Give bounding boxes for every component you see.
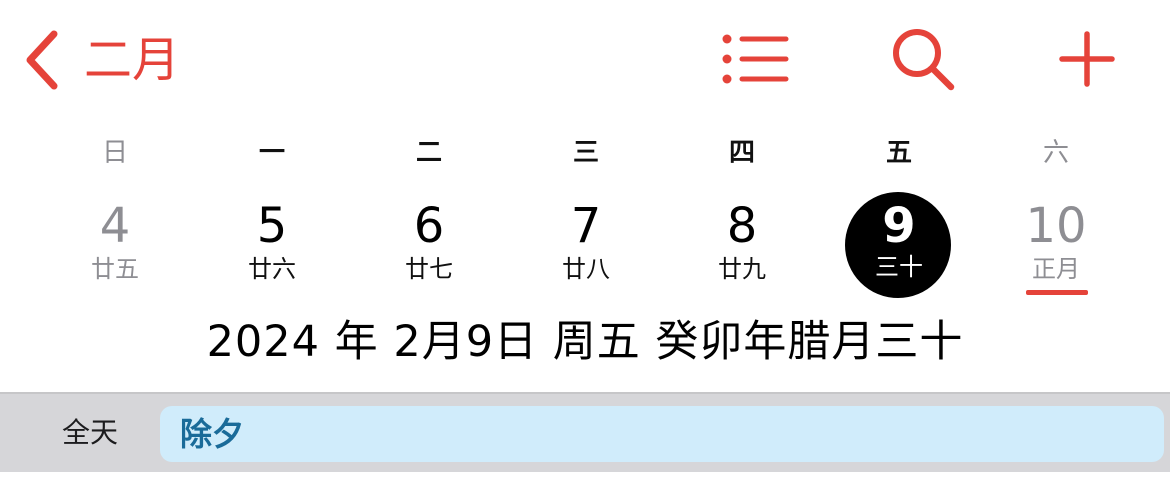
search-icon: [890, 26, 956, 96]
add-event-button[interactable]: [1052, 28, 1122, 94]
lunar-date: 正月: [1032, 255, 1080, 283]
weekday-label: 三: [572, 138, 599, 168]
all-day-event[interactable]: 除夕: [160, 406, 1164, 462]
lunar-date: 廿九: [718, 255, 766, 283]
plus-icon: [1057, 29, 1117, 93]
day-cell[interactable]: 7 廿八: [526, 190, 646, 302]
day-cell[interactable]: 6 廿七: [369, 190, 489, 302]
selected-date-title: 2024 年 2月9日 周五 癸卯年腊月三十: [206, 317, 964, 367]
all-day-section: 全天 除夕: [0, 394, 1170, 472]
weekday-label: 一: [258, 138, 285, 168]
back-label: 二月: [84, 32, 181, 88]
day-number: 9: [882, 198, 916, 254]
timeline-start: [0, 472, 1170, 480]
day-cell[interactable]: 5 廿六: [212, 190, 332, 302]
holiday-underline: [1026, 290, 1088, 295]
weekday-label: 二: [415, 138, 442, 168]
chevron-left-icon: [22, 28, 62, 92]
all-day-label: 全天: [62, 416, 119, 449]
lunar-date: 廿八: [562, 255, 610, 283]
day-number: 8: [726, 198, 758, 254]
weekday-header: 日 一 二 三 四 五 六: [0, 132, 1170, 174]
event-title: 除夕: [180, 415, 245, 453]
weekday-label: 四: [728, 138, 755, 168]
lunar-date: 廿五: [91, 255, 139, 283]
back-button[interactable]: 二月: [22, 28, 180, 92]
list-button[interactable]: [720, 28, 790, 94]
navigation-bar: 二月: [0, 0, 1170, 120]
day-cell[interactable]: 8 廿九: [682, 190, 802, 302]
day-number: 10: [1025, 198, 1087, 254]
day-number: 7: [570, 198, 602, 254]
day-number: 6: [413, 198, 445, 254]
week-strip: 4 廿五 5 廿六 6 廿七 7 廿八 8 廿九 9 三十 10 正月: [0, 190, 1170, 302]
search-button[interactable]: [888, 28, 958, 94]
lunar-date: 廿七: [405, 255, 453, 283]
lunar-date: 三十: [875, 253, 923, 281]
lunar-date: 廿六: [248, 255, 296, 283]
day-cell-selected[interactable]: 9 三十: [839, 190, 959, 302]
weekday-label: 日: [101, 138, 128, 168]
day-cell[interactable]: 4 廿五: [55, 190, 175, 302]
list-icon: [720, 33, 790, 89]
weekday-label: 六: [1042, 138, 1069, 168]
day-number: 5: [256, 198, 288, 254]
day-number: 4: [99, 198, 131, 254]
weekday-label: 五: [885, 138, 912, 168]
day-cell[interactable]: 10 正月: [996, 190, 1116, 302]
